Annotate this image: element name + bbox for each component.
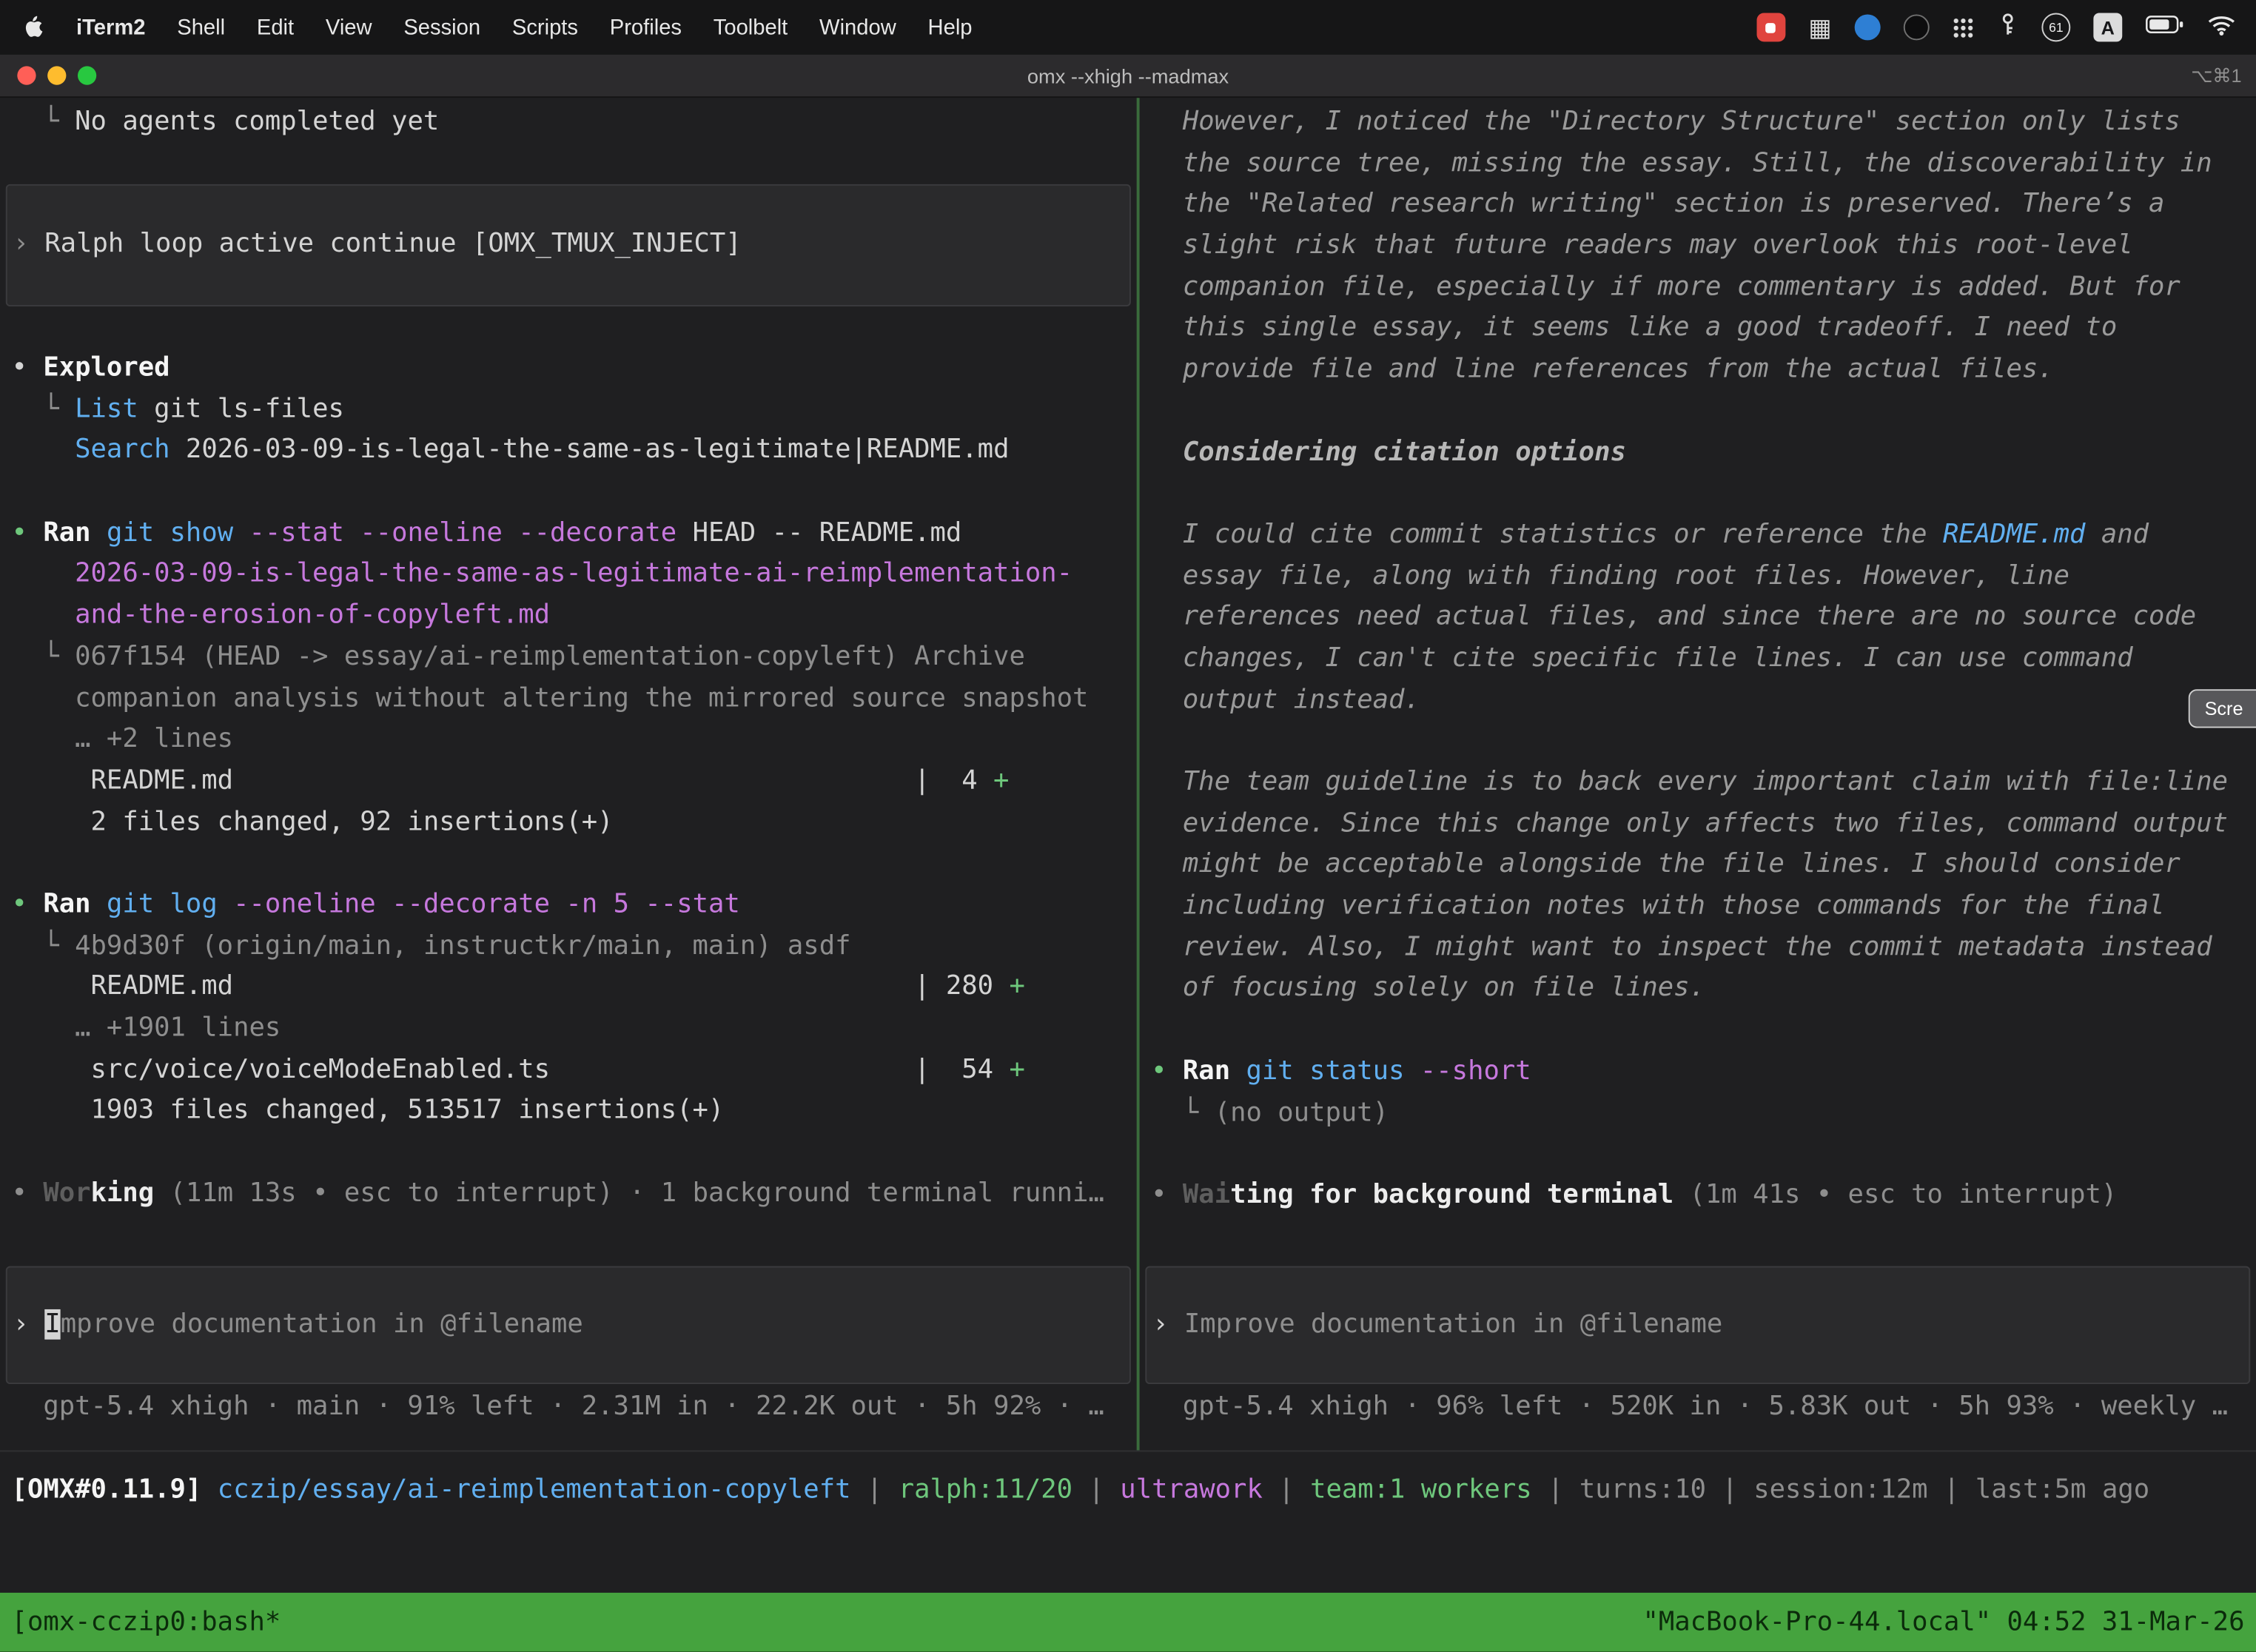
model-status-left: gpt-5.4 xhigh · main · 91% left · 2.31M … (0, 1387, 1137, 1428)
terminal-line: The team guideline is to back every impo… (1140, 762, 2256, 804)
key-icon[interactable] (1997, 13, 2018, 43)
terminal-line (1140, 1010, 2256, 1052)
terminal-line: slight risk that future readers may over… (1140, 226, 2256, 267)
terminal-line: might be acceptable alongside the file l… (1140, 845, 2256, 887)
terminal-line: • Ran git log --oneline --decorate -n 5 … (0, 884, 1137, 926)
terminal-line: └ 067f154 (HEAD -> essay/ai-reimplementa… (0, 637, 1137, 679)
tiles-icon[interactable]: ▦ (1808, 15, 1831, 39)
terminal-line: changes, I can't cite specific file line… (1140, 639, 2256, 680)
terminal-line: └ List git ls-files (0, 389, 1137, 431)
prompt-input-right[interactable]: › Improve documentation in @filename (1145, 1266, 2250, 1384)
prompt-input-left[interactable]: › Improve documentation in @filename (6, 1266, 1131, 1384)
terminal-line: 1903 files changed, 513517 insertions(+) (0, 1091, 1137, 1132)
omx-status-bar: [OMX#0.11.9] cczip/essay/ai-reimplementa… (0, 1450, 2256, 1546)
terminal-line (1140, 391, 2256, 432)
terminal-line: └ No agents completed yet (0, 102, 1137, 144)
menu-item-view[interactable]: View (326, 15, 372, 39)
terminal-line: 2026-03-09-is-legal-the-same-as-legitima… (0, 554, 1137, 596)
omx-status-line: [OMX#0.11.9] cczip/essay/ai-reimplementa… (0, 1471, 2256, 1512)
desktop: iTerm2 Shell Edit View Session Scripts P… (0, 0, 2256, 1652)
menu-item-scripts[interactable]: Scripts (512, 15, 578, 39)
menu-bar-left: iTerm2 Shell Edit View Session Scripts P… (0, 14, 973, 40)
grid-menu-icon[interactable] (1953, 16, 1974, 38)
terminal-line: including verification notes with those … (1140, 887, 2256, 928)
screen-indicator-pill[interactable]: Scre (2189, 689, 2256, 728)
menu-item-toolbelt[interactable]: Toolbelt (714, 15, 788, 39)
battery-icon[interactable] (2145, 14, 2183, 40)
agent-notes: └ No agents completed yet (0, 102, 1137, 144)
agent-transcript-right: However, I noticed the "Directory Struct… (1140, 102, 2256, 1217)
tmux-status-bar: [omx-cczip0:bash* "MacBook-Pro-44.local"… (0, 1593, 2256, 1652)
terminal-line: README.md | 280 + (0, 967, 1137, 1009)
terminal-line: 2 files changed, 92 insertions(+) (0, 802, 1137, 844)
window-title-bar[interactable]: omx --xhigh --madmax ⌥⌘1 (0, 55, 2256, 98)
terminal-line: src/voice/voiceModeEnabled.ts | 54 + (0, 1050, 1137, 1091)
menu-item-window[interactable]: Window (819, 15, 896, 39)
terminal-line (1140, 1134, 2256, 1175)
terminal-line: and-the-erosion-of-copyleft.md (0, 596, 1137, 637)
input-source-icon[interactable]: A (2093, 13, 2122, 41)
gauge-61-icon[interactable]: 61 (2041, 13, 2070, 41)
terminal-line: the source tree, missing the essay. Stil… (1140, 144, 2256, 185)
terminal-line: references need actual files, and since … (1140, 597, 2256, 639)
window-title: omx --xhigh --madmax (0, 64, 2256, 87)
menu-item-help[interactable]: Help (928, 15, 973, 39)
terminal-line: output instead. (1140, 680, 2256, 722)
blue-app-icon[interactable] (1855, 14, 1881, 40)
terminal-line: Search 2026-03-09-is-legal-the-same-as-l… (0, 431, 1137, 472)
terminal-line: I could cite commit statistics or refere… (1140, 515, 2256, 557)
dark-app-icon[interactable] (1904, 14, 1930, 40)
screen: iTerm2 Shell Edit View Session Scripts P… (0, 0, 2256, 1652)
terminal-line (0, 472, 1137, 514)
terminal-line: Considering citation options (1140, 432, 2256, 474)
terminal-line: evidence. Since this change only affects… (1140, 804, 2256, 845)
menu-item-profiles[interactable]: Profiles (610, 15, 682, 39)
terminal-line (1140, 474, 2256, 515)
terminal-line: provide file and line references from th… (1140, 350, 2256, 392)
ralph-inject-banner: › Ralph loop active continue [OMX_TMUX_I… (6, 184, 1131, 306)
terminal-line: companion analysis without altering the … (0, 679, 1137, 720)
terminal-line: • Ran git show --stat --oneline --decora… (0, 513, 1137, 554)
terminal-line: README.md | 4 + (0, 761, 1137, 802)
terminal-line (0, 1132, 1137, 1174)
terminal-line: companion file, especially if more comme… (1140, 267, 2256, 309)
agent-transcript-left: • Explored └ List git ls-files Search 20… (0, 348, 1137, 1215)
tmux-host-clock: "MacBook-Pro-44.local" 04:52 31-Mar-26 (1631, 1607, 2256, 1637)
menu-bar-status-icons: ▦ 61 A (1756, 13, 2256, 43)
prompt-input-right-text: › Improve documentation in @filename (1147, 1304, 2249, 1346)
agent-pane-left[interactable]: └ No agents completed yet › Ralph loop a… (0, 98, 1137, 1450)
terminal-line: └ 4b9d30f (origin/main, instructkr/main,… (0, 926, 1137, 967)
terminal-window[interactable]: └ No agents completed yet › Ralph loop a… (0, 98, 2256, 1593)
terminal-line: • Working (11m 13s • esc to interrupt) ·… (0, 1174, 1137, 1215)
menu-item-session[interactable]: Session (403, 15, 480, 39)
ralph-inject-text: › Ralph loop active continue [OMX_TMUX_I… (7, 225, 1129, 266)
terminal-line (1140, 722, 2256, 763)
terminal-line (0, 844, 1137, 885)
menu-item-edit[interactable]: Edit (257, 15, 294, 39)
window-shortcut-badge: ⌥⌘1 (2191, 64, 2241, 87)
terminal-line: However, I noticed the "Directory Struct… (1140, 102, 2256, 144)
terminal-line: of focusing solely on file lines. (1140, 969, 2256, 1010)
terminal-line: • Waiting for background terminal (1m 41… (1140, 1175, 2256, 1217)
agent-pane-right[interactable]: However, I noticed the "Directory Struct… (1140, 98, 2256, 1450)
terminal-line: • Ran git status --short (1140, 1052, 2256, 1093)
terminal-line: • Explored (0, 348, 1137, 389)
menu-bar: iTerm2 Shell Edit View Session Scripts P… (0, 0, 2256, 55)
terminal-line: essay file, along with finding root file… (1140, 556, 2256, 597)
menu-item-shell[interactable]: Shell (177, 15, 225, 39)
apple-menu-icon[interactable] (23, 14, 44, 40)
menu-item-iterm2[interactable]: iTerm2 (76, 15, 145, 39)
wifi-icon[interactable] (2207, 13, 2236, 41)
model-status-right: gpt-5.4 xhigh · 96% left · 520K in · 5.8… (1140, 1387, 2256, 1428)
screen-recording-stop-icon[interactable] (1756, 13, 1785, 41)
terminal-line: review. Also, I might want to inspect th… (1140, 927, 2256, 969)
terminal-line: the "Related research writing" section i… (1140, 185, 2256, 226)
prompt-input-left-text: › Improve documentation in @filename (7, 1304, 1129, 1346)
terminal-line: … +2 lines (0, 719, 1137, 761)
terminal-line: … +1901 lines (0, 1009, 1137, 1050)
tmux-session-label: [omx-cczip0:bash* (0, 1607, 292, 1637)
terminal-line: └ (no output) (1140, 1092, 2256, 1134)
terminal-line: this single essay, it seems like a good … (1140, 309, 2256, 350)
